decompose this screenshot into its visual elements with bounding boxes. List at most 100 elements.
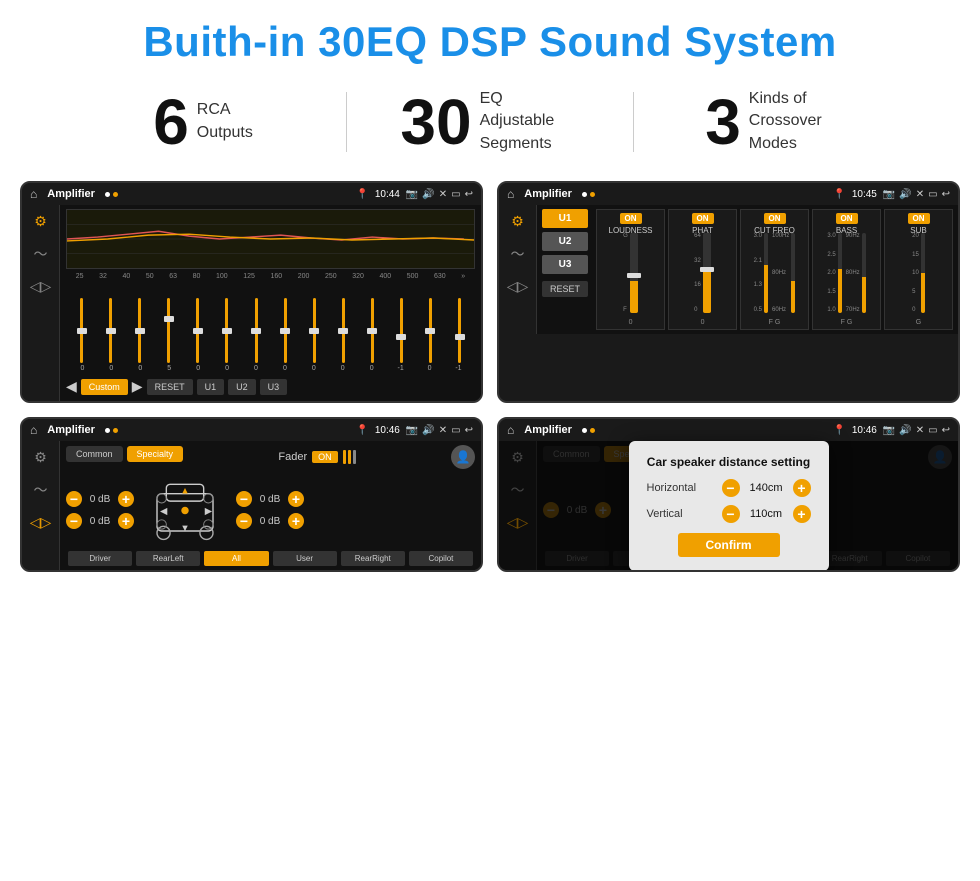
eq-label-11: 320 xyxy=(352,273,364,280)
battery-icon-3: ▭ xyxy=(451,425,460,436)
all-btn-3[interactable]: All xyxy=(204,551,268,566)
rearright-btn-3[interactable]: RearRight xyxy=(341,551,405,566)
eq-slider-10[interactable] xyxy=(359,298,386,363)
eq-slider-5[interactable] xyxy=(213,298,240,363)
camera-icon-1: 📷 xyxy=(406,189,418,200)
eq-slider-12[interactable] xyxy=(417,298,444,363)
eq-slider-13[interactable] xyxy=(446,298,473,363)
db-val-tr: 0 dB xyxy=(255,494,285,505)
minus-tl[interactable]: − xyxy=(66,491,82,507)
plus-tl[interactable]: + xyxy=(118,491,134,507)
stat-eq-text: EQ AdjustableSegments xyxy=(480,88,580,155)
speaker-icon-3[interactable]: ◁▷ xyxy=(30,514,52,531)
wave-icon-2[interactable]: 〜 xyxy=(511,244,525,264)
stat-rca-number: 6 xyxy=(153,90,189,154)
eq-nav-icon[interactable]: » xyxy=(461,273,465,280)
screen-body-4: ⚙ 〜 ◁▷ Common Specialty ON xyxy=(499,441,958,570)
eq-label-5: 80 xyxy=(193,273,201,280)
battery-icon-1: ▭ xyxy=(451,189,460,200)
status-title-4: Amplifier xyxy=(524,424,572,436)
confirm-button[interactable]: Confirm xyxy=(678,533,780,557)
u3-btn-1[interactable]: U3 xyxy=(260,379,288,395)
minus-br[interactable]: − xyxy=(236,513,252,529)
ch-scale-2: 3.02.11.30.5 xyxy=(754,233,762,313)
ch-bottom-1: 0 xyxy=(701,319,705,326)
speaker-icon-2[interactable]: ◁▷ xyxy=(507,278,529,295)
u2-btn-1[interactable]: U2 xyxy=(228,379,256,395)
stat-crossover: 3 Kinds ofCrossover Modes xyxy=(634,88,920,155)
camera-icon-3: 📷 xyxy=(406,425,418,436)
eq-slider-3[interactable] xyxy=(155,298,182,363)
dialog-horizontal-plus[interactable]: + xyxy=(793,479,811,497)
reset-btn-2[interactable]: RESET xyxy=(542,281,588,297)
eq-slider-2[interactable] xyxy=(126,298,153,363)
u3-btn-2[interactable]: U3 xyxy=(542,255,588,274)
slider-thumb-1 xyxy=(700,267,714,272)
dialog-vertical-plus[interactable]: + xyxy=(793,505,811,523)
plus-bl[interactable]: + xyxy=(118,513,134,529)
status-time-4: 10:46 xyxy=(852,425,877,436)
u1-btn-1[interactable]: U1 xyxy=(197,379,225,395)
driver-btn-3[interactable]: Driver xyxy=(68,551,132,566)
status-title-3: Amplifier xyxy=(47,424,95,436)
dot-1 xyxy=(105,192,110,197)
u2-btn-2[interactable]: U2 xyxy=(542,232,588,251)
dialog-horizontal-minus[interactable]: − xyxy=(722,479,740,497)
eq-slider-1[interactable] xyxy=(97,298,124,363)
eq-icon-2[interactable]: ⚙ xyxy=(511,213,524,230)
common-tab-3[interactable]: Common xyxy=(66,446,123,462)
rearleft-btn-3[interactable]: RearLeft xyxy=(136,551,200,566)
fader-tabs-3: Common Specialty xyxy=(66,446,183,462)
wave-icon-3[interactable]: 〜 xyxy=(34,480,48,500)
copilot-btn-3[interactable]: Copilot xyxy=(409,551,473,566)
eq-icon-1[interactable]: ⚙ xyxy=(34,213,47,230)
reset-btn-1[interactable]: RESET xyxy=(147,379,193,395)
dialog-vertical-label: Vertical xyxy=(647,508,707,520)
ch-phat: ON PHAT 6432160 0 xyxy=(668,209,737,330)
status-bar-3: ⌂ Amplifier 📍 10:46 📷 🔊 ✕ ▭ ↩ xyxy=(22,419,481,441)
eq-slider-4[interactable] xyxy=(184,298,211,363)
ch-sliders-2: 3.02.11.30.5 100Hz80Hz60Hz xyxy=(754,237,796,317)
home-icon-3: ⌂ xyxy=(30,423,37,437)
svg-text:▲: ▲ xyxy=(180,486,189,496)
car-svg-3: ▲ ▼ ◀ ▶ xyxy=(140,475,230,545)
left-sidebar-3: ⚙ 〜 ◁▷ xyxy=(22,441,60,570)
next-icon-1[interactable]: ▶ xyxy=(132,378,143,395)
u1-btn-2[interactable]: U1 xyxy=(542,209,588,228)
specialty-tab-3[interactable]: Specialty xyxy=(127,446,184,462)
eq-label-9: 200 xyxy=(298,273,310,280)
eq-val-11: -1 xyxy=(386,365,415,372)
ch-sliders-4: 20151050 xyxy=(912,237,925,317)
wave-icon-1[interactable]: 〜 xyxy=(34,244,48,264)
ch-scale-2b: 100Hz80Hz60Hz xyxy=(772,233,789,313)
prev-icon-1[interactable]: ◀ xyxy=(66,378,77,395)
eq-slider-0[interactable] xyxy=(68,298,95,363)
speaker-icon-1[interactable]: ◁▷ xyxy=(30,278,52,295)
user-btn-3[interactable]: User xyxy=(273,551,337,566)
eq-icon-3[interactable]: ⚙ xyxy=(34,449,47,466)
profile-icon-3[interactable]: 👤 xyxy=(451,445,475,469)
eq-val-7: 0 xyxy=(270,365,299,372)
minus-bl[interactable]: − xyxy=(66,513,82,529)
status-bar-1: ⌂ Amplifier 📍 10:44 📷 🔊 ✕ ▭ ↩ xyxy=(22,183,481,205)
eq-values-1: 0 0 0 5 0 0 0 0 0 0 0 -1 0 -1 xyxy=(66,363,475,376)
plus-tr[interactable]: + xyxy=(288,491,304,507)
dialog-vertical-minus[interactable]: − xyxy=(722,505,740,523)
plus-br[interactable]: + xyxy=(288,513,304,529)
eq-slider-6[interactable] xyxy=(242,298,269,363)
minus-tr[interactable]: − xyxy=(236,491,252,507)
eq-label-2: 40 xyxy=(123,273,131,280)
stat-eq-number: 30 xyxy=(400,90,471,154)
dialog-vertical-value: 110cm xyxy=(744,508,789,520)
db-control-bl: − 0 dB + xyxy=(66,513,134,529)
eq-slider-7[interactable] xyxy=(272,298,299,363)
svg-text:◀: ◀ xyxy=(160,506,167,516)
dialog-vertical-control: − 110cm + xyxy=(722,505,811,523)
eq-slider-11[interactable] xyxy=(388,298,415,363)
camera-icon-4: 📷 xyxy=(883,425,895,436)
screen-distance: ⌂ Amplifier 📍 10:46 📷 🔊 ✕ ▭ ↩ ⚙ 〜 ◁▷ xyxy=(497,417,960,572)
custom-btn[interactable]: Custom xyxy=(81,379,128,395)
dot-2 xyxy=(113,192,118,197)
eq-slider-9[interactable] xyxy=(330,298,357,363)
eq-slider-8[interactable] xyxy=(301,298,328,363)
